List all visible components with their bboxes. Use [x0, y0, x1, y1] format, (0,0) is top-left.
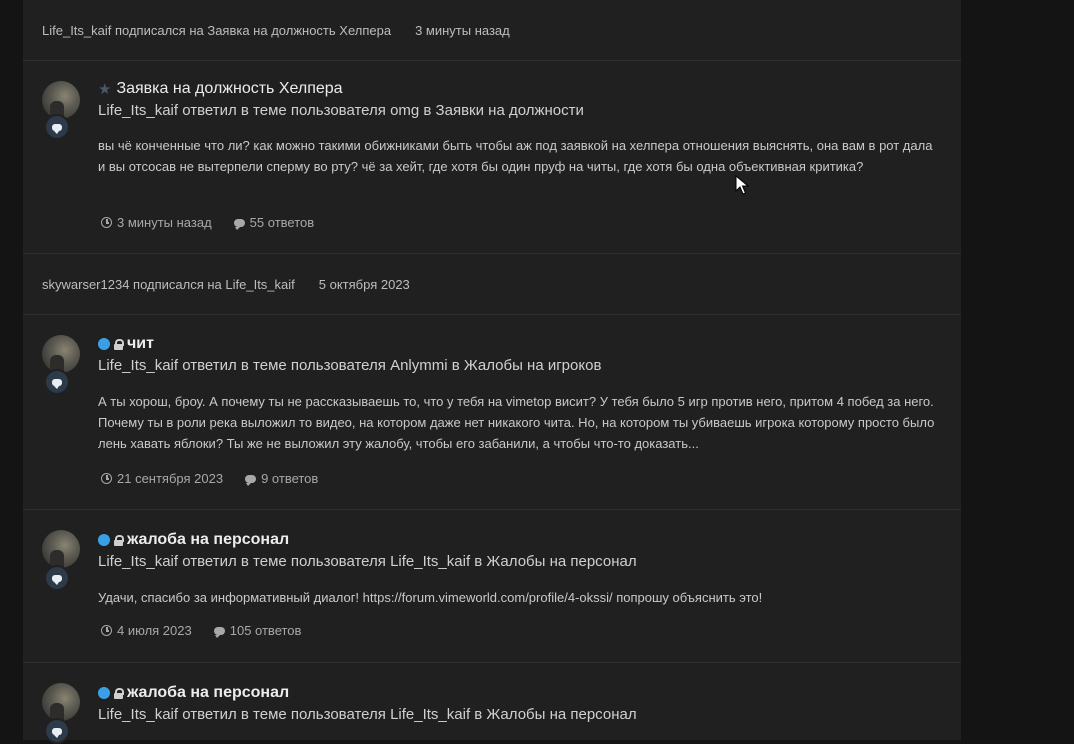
comment-icon [245, 474, 257, 486]
post-snippet: А ты хорош, броу. А почему ты не рассказ… [98, 394, 935, 451]
entry-replies: 9 ответов [261, 471, 319, 486]
unread-dot-icon [98, 687, 110, 699]
reply-bubble-icon [44, 718, 70, 744]
follow-activity-time: 3 минуты назад [415, 22, 510, 38]
entry-meta[interactable]: Life_Its_kaif ответил в теме пользовател… [98, 706, 637, 723]
entry-time[interactable]: 21 сентября 2023 [117, 471, 223, 486]
star-icon: ★ [98, 81, 112, 98]
entry-replies: 55 ответов [249, 215, 315, 230]
avatar[interactable] [42, 335, 80, 373]
follow-activity-row: Life_Its_kaif подписался на Заявка на до… [23, 0, 961, 61]
topic-title-link[interactable]: жалоба на персонал [127, 531, 289, 549]
topic-title-line: ★ Заявка на должность Хелпера [98, 80, 343, 98]
lock-icon [114, 534, 124, 546]
comment-icon [213, 626, 225, 638]
reply-bubble-icon [44, 369, 70, 395]
clock-icon [101, 217, 112, 228]
entry-stats: 3 минуты назад 55 ответов [101, 215, 336, 230]
topic-title-line: жалоба на персонал [98, 684, 289, 702]
lock-icon [114, 338, 124, 350]
topic-title-line: чит [98, 335, 154, 353]
activity-entry: ★ Заявка на должность Хелпера Life_Its_k… [23, 61, 961, 254]
clock-icon [101, 625, 112, 636]
topic-title-link[interactable]: чит [127, 335, 154, 353]
post-snippet: вы чё конченные что ли? как можно такими… [98, 138, 933, 174]
entry-stats: 4 июля 2023 105 ответов [101, 623, 323, 638]
follow-activity-time: 5 октября 2023 [318, 276, 410, 292]
entry-stats: 21 сентября 2023 9 ответов [101, 471, 340, 486]
entry-meta[interactable]: Life_Its_kaif ответил в теме пользовател… [98, 553, 637, 570]
unread-dot-icon [98, 338, 110, 350]
activity-entry: чит Life_Its_kaif ответил в теме пользов… [23, 315, 961, 510]
topic-title-link[interactable]: Заявка на должность Хелпера [116, 80, 342, 98]
activity-entry: жалоба на персонал Life_Its_kaif ответил… [23, 510, 961, 663]
avatar[interactable] [42, 683, 80, 721]
clock-icon [101, 473, 112, 484]
entry-meta[interactable]: Life_Its_kaif ответил в теме пользовател… [98, 102, 584, 119]
follow-activity-row: skywarser1234 подписался на Life_Its_kai… [23, 254, 961, 315]
lock-icon [114, 687, 124, 699]
activity-stream: Life_Its_kaif подписался на Заявка на до… [23, 0, 961, 744]
activity-entry: жалоба на персонал Life_Its_kaif ответил… [23, 663, 961, 744]
avatar[interactable] [42, 81, 80, 119]
topic-title-line: жалоба на персонал [98, 531, 289, 549]
follow-activity-text[interactable]: Life_Its_kaif подписался на Заявка на до… [42, 23, 391, 38]
reply-bubble-icon [44, 565, 70, 591]
entry-time[interactable]: 3 минуты назад [117, 215, 212, 230]
comment-icon [233, 218, 245, 230]
unread-dot-icon [98, 534, 110, 546]
topic-title-link[interactable]: жалоба на персонал [127, 684, 289, 702]
entry-replies: 105 ответов [229, 623, 302, 638]
post-snippet: Удачи, спасибо за информативный диалог! … [98, 590, 763, 605]
reply-bubble-icon [44, 114, 70, 140]
avatar[interactable] [42, 530, 80, 568]
entry-time[interactable]: 4 июля 2023 [117, 623, 192, 638]
entry-meta[interactable]: Life_Its_kaif ответил в теме пользовател… [98, 357, 601, 374]
follow-activity-text[interactable]: skywarser1234 подписался на Life_Its_kai… [42, 277, 295, 292]
